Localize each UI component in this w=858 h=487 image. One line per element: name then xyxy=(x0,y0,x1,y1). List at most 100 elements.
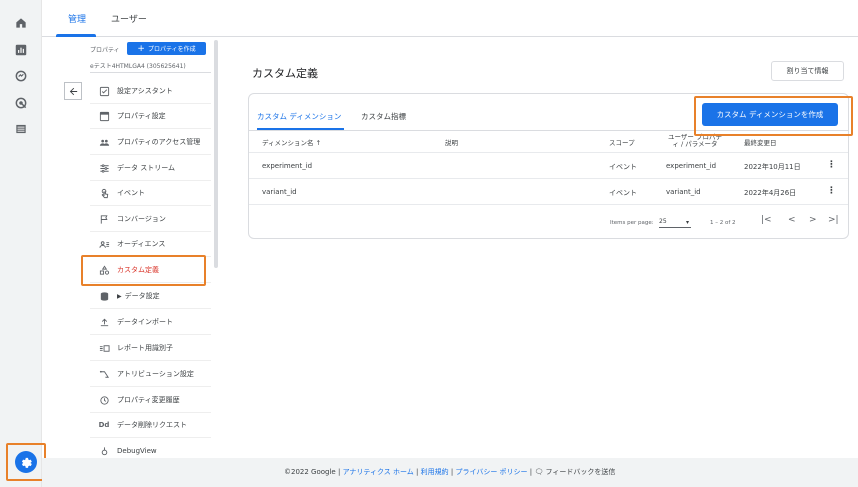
page-title: カスタム定義 xyxy=(252,67,318,80)
nav-item-data-settings-label: データ設定 xyxy=(124,292,160,300)
nav-item-data-streams[interactable]: データ ストリーム xyxy=(90,156,211,181)
assignment-info-button[interactable]: 割り当て情報 xyxy=(771,61,844,81)
dimension-name: variant_id xyxy=(262,188,297,196)
row-divider xyxy=(249,204,848,205)
nav-item-label: アトリビューション設定 xyxy=(117,370,194,378)
dimension-modified: 2022年10月11日 xyxy=(744,163,801,171)
flag-icon xyxy=(98,213,110,225)
nav-item-events[interactable]: イベント xyxy=(90,181,211,206)
nav-item-change-history[interactable]: プロパティ変更履歴 xyxy=(90,388,211,413)
row-divider xyxy=(249,178,848,179)
header-divider xyxy=(249,152,848,153)
nav-item-label: データインポート xyxy=(117,318,173,326)
dimension-scope: イベント xyxy=(609,189,637,197)
feedback-link[interactable]: フィードバックを送信 xyxy=(546,468,616,476)
nav-item-attribution-settings[interactable]: アトリビューション設定 xyxy=(90,362,211,387)
advertising-icon[interactable] xyxy=(13,95,29,111)
nav-item-reporting-identity[interactable]: レポート用識別子 xyxy=(90,336,211,361)
upload-icon xyxy=(98,316,110,328)
admin-gear-highlight xyxy=(6,443,46,481)
property-settings-icon xyxy=(98,110,110,122)
create-custom-dimension-button[interactable]: カスタム ディメンションを作成 xyxy=(702,103,838,126)
dimension-modified: 2022年4月26日 xyxy=(744,189,797,197)
column-header-scope: スコープ xyxy=(609,139,635,147)
checkbox-icon xyxy=(98,85,110,97)
column-header-last-modified: 最終変更日 xyxy=(744,139,777,147)
analytics-home-link[interactable]: アナリティクス ホーム xyxy=(343,468,414,476)
admin-gear-button[interactable] xyxy=(15,451,37,473)
history-icon xyxy=(98,394,110,406)
left-rail xyxy=(0,0,42,487)
copyright: ©2022 Google xyxy=(284,468,336,476)
nav-item-label: DebugView xyxy=(117,447,157,455)
database-icon xyxy=(98,290,110,302)
nav-item-label: データ ストリーム xyxy=(117,164,176,172)
data-stream-icon xyxy=(98,162,110,174)
terms-link[interactable]: 利用規約 xyxy=(421,468,449,476)
nav-item-label: データ削除リクエスト xyxy=(117,421,187,429)
property-selector[interactable]: eテスト4HTMLGA4 (305625641) xyxy=(90,61,186,70)
column-header-dimension-name[interactable]: ディメンション名 ↑ xyxy=(262,140,321,147)
back-button[interactable] xyxy=(64,82,82,100)
nav-item-data-import[interactable]: データインポート xyxy=(90,310,211,335)
tab-user[interactable]: ユーザー xyxy=(111,12,147,25)
tab-custom-metrics[interactable]: カスタム指標 xyxy=(361,111,406,122)
ga4-admin-page: 管理 ユーザー プロパティ + プロパティを作成 eテスト4HTMLGA4 (3… xyxy=(0,0,858,487)
next-page-button[interactable]: > xyxy=(809,215,817,225)
pagination-range: 1 – 2 of 2 xyxy=(710,220,736,226)
nav-item-label: イベント xyxy=(117,189,145,197)
nav-scrollbar[interactable] xyxy=(214,40,218,268)
nav-item-label: レポート用識別子 xyxy=(117,344,173,352)
nav-item-property-settings[interactable]: プロパティ設定 xyxy=(90,104,211,129)
attribution-icon xyxy=(98,368,110,380)
tab-custom-dimensions[interactable]: カスタム ディメンション xyxy=(257,111,341,122)
more-vert-icon[interactable]: ⋮ xyxy=(827,161,836,170)
create-property-label: プロパティを作成 xyxy=(147,46,196,53)
tab-admin[interactable]: 管理 xyxy=(68,12,86,25)
nav-item-label: コンバージョン xyxy=(117,215,166,223)
home-icon[interactable] xyxy=(13,15,29,31)
footer-links: ©2022 Google | アナリティクス ホーム | 利用規約 | プライバ… xyxy=(284,467,615,477)
nav-item-label: プロパティのアクセス管理 xyxy=(117,138,201,146)
previous-page-button[interactable]: < xyxy=(788,215,796,225)
gear-icon xyxy=(21,457,32,468)
tab-admin-indicator xyxy=(56,34,96,37)
privacy-link[interactable]: プライバシー ポリシー xyxy=(455,468,527,476)
nav-item-label: 設定アシスタント xyxy=(117,87,173,95)
audience-icon xyxy=(98,238,110,250)
dimension-parameter: experiment_id xyxy=(666,162,717,170)
debug-icon xyxy=(98,445,110,457)
custom-definitions-highlight xyxy=(81,255,206,286)
top-tab-bar: 管理 ユーザー xyxy=(42,0,858,37)
identity-icon xyxy=(98,342,110,354)
nav-divider xyxy=(90,72,211,73)
nav-item-label: プロパティ設定 xyxy=(117,112,166,120)
create-property-button[interactable]: + プロパティを作成 xyxy=(127,42,206,55)
explore-icon[interactable] xyxy=(13,68,29,84)
items-per-page-value: 25 xyxy=(659,218,667,225)
nav-item-audiences[interactable]: オーディエンス xyxy=(90,232,211,257)
list-icon[interactable] xyxy=(13,121,29,137)
reports-icon[interactable] xyxy=(13,42,29,58)
first-page-button[interactable]: |< xyxy=(761,215,772,225)
people-icon xyxy=(98,136,110,148)
nav-item-label: プロパティ変更履歴 xyxy=(117,396,180,404)
nav-item-data-settings[interactable]: ▶ データ設定 xyxy=(90,284,211,309)
dropdown-arrow-icon: ▾ xyxy=(685,219,689,226)
more-vert-icon[interactable]: ⋮ xyxy=(827,187,836,196)
nav-item-data-deletion[interactable]: Dd データ削除リクエスト xyxy=(90,413,211,438)
items-per-page-select[interactable]: 25 ▾ xyxy=(659,218,691,228)
expand-caret-icon: ▶ xyxy=(117,293,122,300)
dimension-scope: イベント xyxy=(609,163,637,171)
dimension-parameter: variant_id xyxy=(666,188,701,196)
feedback-icon: 🗨 xyxy=(534,468,544,476)
nav-item-conversions[interactable]: コンバージョン xyxy=(90,207,211,232)
nav-item-property-access[interactable]: プロパティのアクセス管理 xyxy=(90,130,211,155)
nav-item-label: ▶ データ設定 xyxy=(117,291,160,301)
column-header-description: 説明 xyxy=(445,139,458,147)
dd-icon: Dd xyxy=(98,421,110,429)
column-header-user-property: ユーザー プロパティ / パラメータ xyxy=(668,133,722,148)
nav-item-setup-assistant[interactable]: 設定アシスタント xyxy=(90,79,211,104)
dimension-name: experiment_id xyxy=(262,162,313,170)
last-page-button[interactable]: >| xyxy=(828,215,839,225)
